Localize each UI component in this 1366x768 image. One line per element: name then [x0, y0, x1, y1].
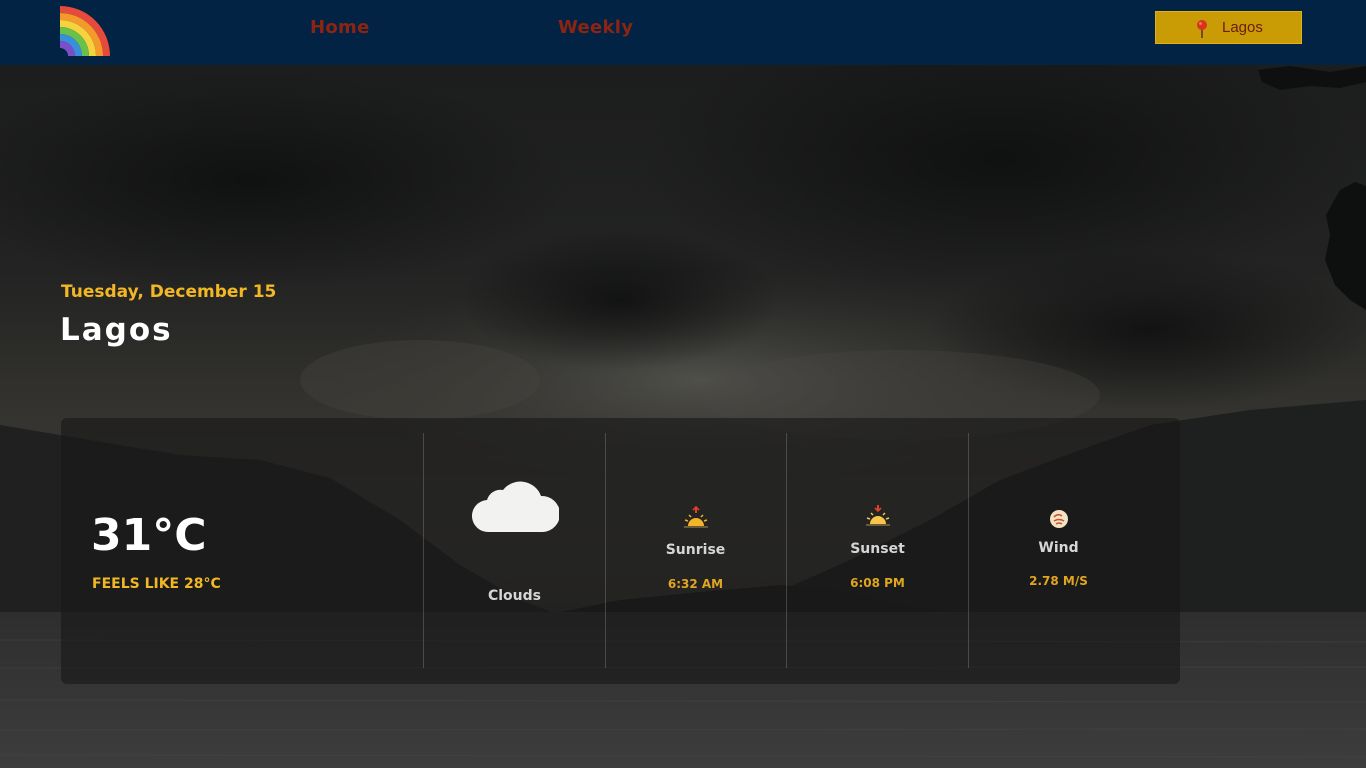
weather-details-panel: 31°C FEELS LIKE 28°C Clouds Sunrise 6:32…: [61, 418, 1180, 684]
sunset-label: Sunset: [850, 541, 905, 557]
wind-speed: 2.78 M/S: [1029, 574, 1088, 588]
sunrise-cell: Sunrise 6:32 AM: [605, 418, 786, 684]
temperature-value: 31°C: [91, 510, 207, 561]
location-button-label: Lagos: [1222, 19, 1263, 36]
wind-label: Wind: [1038, 540, 1079, 556]
cloud-icon: [472, 481, 559, 533]
nav-link-home[interactable]: Home: [310, 17, 370, 38]
feels-like-value: FEELS LIKE 28°C: [92, 576, 221, 592]
sunset-cell: Sunset 6:08 PM: [787, 418, 968, 684]
wind-cell: Wind 2.78 M/S: [968, 418, 1149, 684]
sunset-icon: [866, 505, 890, 526]
current-date: Tuesday, December 15: [61, 282, 277, 302]
top-navbar: Home Weekly Lagos: [0, 0, 1366, 65]
rainbow-logo-icon[interactable]: [58, 2, 114, 56]
weather-app-page: Home Weekly Lagos Tuesday, December 15 L…: [0, 0, 1366, 768]
location-button[interactable]: Lagos: [1155, 11, 1302, 44]
nav-link-weekly[interactable]: Weekly: [558, 17, 633, 38]
condition-cell: Clouds: [424, 418, 605, 684]
sunrise-time: 6:32 AM: [667, 577, 724, 591]
wind-icon: [1050, 510, 1068, 528]
map-pin-icon: [1197, 20, 1207, 38]
condition-label: Clouds: [487, 588, 541, 604]
sunrise-label: Sunrise: [665, 542, 726, 558]
city-title: Lagos: [60, 312, 173, 348]
sunset-time: 6:08 PM: [850, 576, 905, 590]
sunrise-icon: [684, 506, 708, 528]
